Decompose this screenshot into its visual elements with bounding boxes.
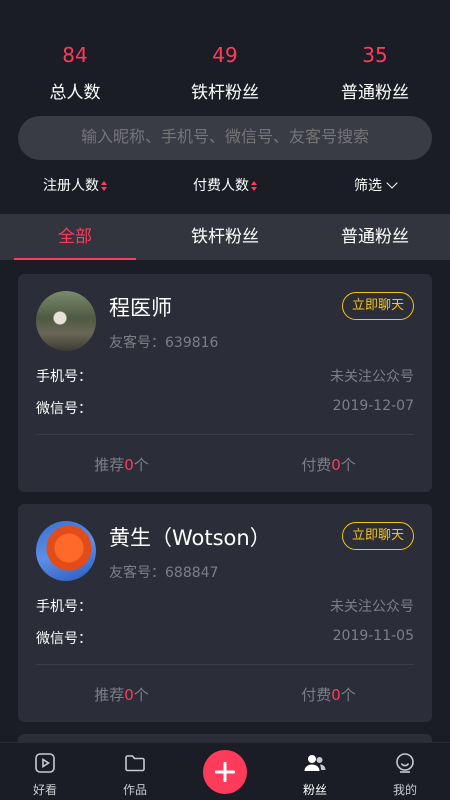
sort-paid-label: 付费人数 bbox=[193, 178, 249, 194]
fan-tabs: 全部 铁杆粉丝 普通粉丝 bbox=[0, 214, 450, 260]
chat-now-button[interactable]: 立即聊天 bbox=[342, 522, 414, 550]
stat-total[interactable]: 84 总人数 bbox=[0, 38, 150, 108]
fan-name: 程医师 bbox=[109, 296, 172, 320]
sort-arrows-icon bbox=[101, 181, 107, 191]
fan-id-label: 友客号： bbox=[109, 335, 165, 351]
fan-id-value: 688847 bbox=[165, 565, 219, 581]
recommend-prefix: 推荐 bbox=[94, 456, 125, 474]
fan-stats: 推荐0个 付费0个 bbox=[18, 454, 432, 475]
stat-loyal-value: 49 bbox=[212, 43, 238, 67]
search-input[interactable] bbox=[18, 116, 432, 160]
official-account-status: 未关注公众号 bbox=[330, 599, 414, 615]
fan-card[interactable]: 程医师 友客号：639816 立即聊天 手机号： 未关注公众号 微信号： 201… bbox=[18, 274, 432, 492]
recommend-count: 推荐0个 bbox=[18, 454, 225, 475]
filter-label: 筛选 bbox=[354, 178, 382, 194]
divider bbox=[36, 664, 414, 665]
paid-suffix: 个 bbox=[340, 456, 356, 474]
paid-prefix: 付费 bbox=[301, 456, 332, 474]
sort-arrows-icon bbox=[251, 181, 257, 191]
recommend-value: 0 bbox=[124, 686, 134, 704]
avatar bbox=[36, 521, 96, 581]
tabbar-item-me[interactable]: 我的 bbox=[360, 743, 450, 800]
paid-value: 0 bbox=[331, 456, 341, 474]
tabbar-label: 粉丝 bbox=[302, 783, 327, 797]
join-date: 2019-11-05 bbox=[332, 628, 414, 644]
stat-loyal[interactable]: 49 铁杆粉丝 bbox=[150, 38, 300, 108]
fan-card[interactable]: 黄生（Wotson） 友客号：688847 立即聊天 手机号： 未关注公众号 微… bbox=[18, 504, 432, 722]
paid-value: 0 bbox=[331, 686, 341, 704]
phone-label: 手机号： bbox=[36, 599, 92, 615]
avatar bbox=[36, 291, 96, 351]
stat-total-label: 总人数 bbox=[49, 83, 101, 103]
stat-normal[interactable]: 35 普通粉丝 bbox=[300, 38, 450, 108]
chevron-down-icon bbox=[386, 177, 398, 189]
tabbar-label: 好看 bbox=[32, 783, 57, 797]
fan-id: 友客号：688847 bbox=[109, 562, 218, 582]
bottom-tab-bar: 好看 作品 粉丝 我的 bbox=[0, 742, 450, 800]
sort-register-label: 注册人数 bbox=[43, 178, 99, 194]
official-account-status: 未关注公众号 bbox=[330, 369, 414, 385]
tabbar-item-fans[interactable]: 粉丝 bbox=[270, 743, 360, 800]
tab-all[interactable]: 全部 bbox=[0, 214, 150, 260]
sort-paid-button[interactable]: 付费人数 bbox=[150, 172, 300, 200]
recommend-prefix: 推荐 bbox=[94, 686, 125, 704]
tabbar-item-create[interactable] bbox=[180, 743, 270, 800]
tabbar-item-watch[interactable]: 好看 bbox=[0, 743, 90, 800]
stat-loyal-label: 铁杆粉丝 bbox=[191, 83, 259, 103]
tabbar-item-works[interactable]: 作品 bbox=[90, 743, 180, 800]
sort-register-button[interactable]: 注册人数 bbox=[0, 172, 150, 200]
recommend-suffix: 个 bbox=[133, 686, 149, 704]
wechat-label: 微信号： bbox=[36, 401, 92, 417]
chat-now-button[interactable]: 立即聊天 bbox=[342, 292, 414, 320]
recommend-value: 0 bbox=[124, 456, 134, 474]
recommend-count: 推荐0个 bbox=[18, 684, 225, 705]
join-date: 2019-12-07 bbox=[332, 398, 414, 414]
fan-name: 黄生（Wotson） bbox=[109, 526, 271, 550]
tabbar-label: 作品 bbox=[122, 783, 147, 797]
fan-id-label: 友客号： bbox=[109, 565, 165, 581]
paid-count: 付费0个 bbox=[225, 454, 432, 475]
stats-bar: 84 总人数 49 铁杆粉丝 35 普通粉丝 bbox=[0, 38, 450, 108]
stat-normal-label: 普通粉丝 bbox=[341, 83, 409, 103]
folder-icon bbox=[125, 755, 145, 772]
divider bbox=[36, 434, 414, 435]
play-icon bbox=[35, 753, 55, 773]
recommend-suffix: 个 bbox=[133, 456, 149, 474]
filter-button[interactable]: 筛选 bbox=[300, 172, 450, 200]
stat-total-value: 84 bbox=[62, 43, 88, 67]
fans-icon bbox=[304, 755, 326, 771]
tab-normal-fans[interactable]: 普通粉丝 bbox=[300, 214, 450, 260]
phone-label: 手机号： bbox=[36, 369, 92, 385]
paid-count: 付费0个 bbox=[225, 684, 432, 705]
paid-prefix: 付费 bbox=[301, 686, 332, 704]
filter-bar: 注册人数 付费人数 筛选 bbox=[0, 172, 450, 200]
fan-stats: 推荐0个 付费0个 bbox=[18, 684, 432, 705]
paid-suffix: 个 bbox=[340, 686, 356, 704]
fan-id: 友客号：639816 bbox=[109, 332, 218, 352]
wechat-label: 微信号： bbox=[36, 631, 92, 647]
tabbar-label: 我的 bbox=[392, 783, 417, 797]
stat-normal-value: 35 bbox=[362, 43, 388, 67]
fan-id-value: 639816 bbox=[165, 335, 219, 351]
tab-loyal-fans[interactable]: 铁杆粉丝 bbox=[150, 214, 300, 260]
plus-icon[interactable] bbox=[203, 750, 247, 794]
profile-icon bbox=[396, 753, 414, 773]
